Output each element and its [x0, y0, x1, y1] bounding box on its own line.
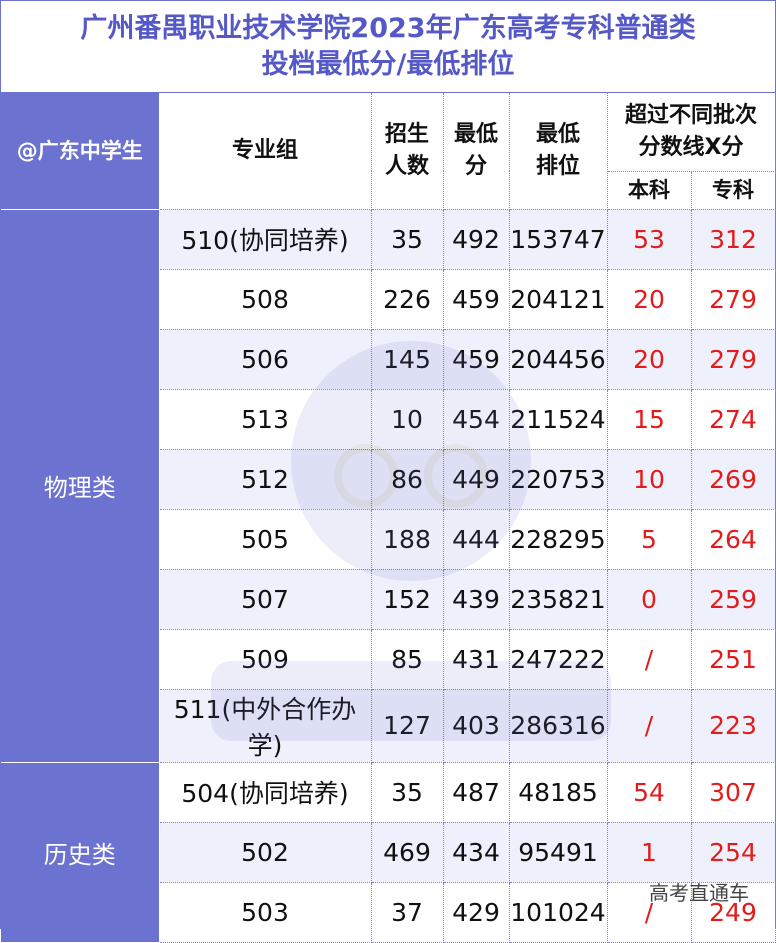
- vocational-diff-cell: 307: [691, 762, 776, 823]
- enroll-cell: 469: [371, 822, 444, 883]
- group-cell: 513: [159, 389, 372, 450]
- group-cell: 509: [159, 629, 372, 690]
- min-score-cell: 403: [443, 689, 510, 763]
- vocational-diff-cell: 312: [691, 209, 776, 270]
- enroll-cell: 152: [371, 569, 444, 630]
- min-score-cell: 431: [443, 629, 510, 690]
- page-title: 广州番禺职业技术学院2023年广东高考专科普通类 投档最低分/最低排位: [1, 1, 775, 93]
- vocational-diff-cell: 279: [691, 269, 776, 330]
- group-cell: 506: [159, 329, 372, 390]
- enroll-cell: 226: [371, 269, 444, 330]
- undergrad-diff-cell: 10: [607, 449, 692, 510]
- table-header: @广东中学生 专业组 招生 人数 最低 分 最低 排位 超过不同批次 分数线X分…: [1, 93, 776, 210]
- vocational-diff-cell: 274: [691, 389, 776, 450]
- min-rank-cell: 286316: [509, 689, 608, 763]
- min-rank-cell: 48185: [509, 762, 608, 823]
- header-group: 专业组: [159, 93, 372, 210]
- enroll-cell: 188: [371, 509, 444, 570]
- group-cell: 504(协同培养): [159, 762, 372, 823]
- vocational-diff-cell: 279: [691, 329, 776, 390]
- undergrad-diff-cell: /: [607, 689, 692, 763]
- group-cell: 507: [159, 569, 372, 630]
- undergrad-diff-cell: /: [607, 629, 692, 690]
- undergrad-diff-cell: 0: [607, 569, 692, 630]
- credit-label: @广东中学生: [1, 93, 160, 210]
- table-body: 物理类 510(协同培养) 35 492 153747 53 312 508 226 459 204…: [1, 209, 776, 943]
- title-line-1: 广州番禺职业技术学院2023年广东高考专科普通类: [80, 12, 696, 44]
- undergrad-diff-cell: 53: [607, 209, 692, 270]
- enroll-cell: 10: [371, 389, 444, 450]
- min-rank-cell: 211524: [509, 389, 608, 450]
- admission-table: @广东中学生 专业组 招生 人数 最低 分 最低 排位 超过不同批次 分数线X分…: [1, 93, 776, 943]
- group-cell: 510(协同培养): [159, 209, 372, 270]
- min-rank-cell: 101024: [509, 882, 608, 943]
- vocational-diff-cell: 269: [691, 449, 776, 510]
- min-rank-cell: 220753: [509, 449, 608, 510]
- category-label: 物理类: [1, 209, 160, 763]
- group-cell: 511(中外合作办学): [159, 689, 372, 763]
- document-frame: 广州番禺职业技术学院2023年广东高考专科普通类 投档最低分/最低排位 @广东中…: [0, 0, 776, 943]
- min-rank-cell: 247222: [509, 629, 608, 690]
- header-min-score: 最低 分: [443, 93, 510, 210]
- undergrad-diff-cell: 15: [607, 389, 692, 450]
- min-score-cell: 459: [443, 329, 510, 390]
- header-enroll: 招生 人数: [371, 93, 444, 210]
- group-cell: 503: [159, 882, 372, 943]
- watermark-corner: 高考直通车: [649, 883, 749, 905]
- min-rank-cell: 235821: [509, 569, 608, 630]
- min-rank-cell: 95491: [509, 822, 608, 883]
- min-score-cell: 444: [443, 509, 510, 570]
- header-min-rank: 最低 排位: [509, 93, 608, 210]
- group-cell: 502: [159, 822, 372, 883]
- vocational-diff-cell: 223: [691, 689, 776, 763]
- enroll-cell: 86: [371, 449, 444, 510]
- min-score-cell: 487: [443, 762, 510, 823]
- min-score-cell: 454: [443, 389, 510, 450]
- undergrad-diff-cell: 20: [607, 269, 692, 330]
- min-rank-cell: 153747: [509, 209, 608, 270]
- min-rank-cell: 204121: [509, 269, 608, 330]
- min-score-cell: 429: [443, 882, 510, 943]
- vocational-diff-cell: 251: [691, 629, 776, 690]
- enroll-cell: 145: [371, 329, 444, 390]
- group-cell: 512: [159, 449, 372, 510]
- enroll-cell: 35: [371, 762, 444, 823]
- table-row: 历史类 504(协同培养) 35 487 48185 54 307: [1, 762, 776, 943]
- min-score-cell: 459: [443, 269, 510, 330]
- undergrad-diff-cell: 54: [607, 762, 692, 823]
- min-score-cell: 449: [443, 449, 510, 510]
- category-label: 历史类: [1, 762, 160, 943]
- undergrad-diff-cell: 1: [607, 822, 692, 883]
- undergrad-diff-cell: 5: [607, 509, 692, 570]
- enroll-cell: 37: [371, 882, 444, 943]
- vocational-diff-cell: 264: [691, 509, 776, 570]
- enroll-cell: 85: [371, 629, 444, 690]
- table-row: 物理类 510(协同培养) 35 492 153747 53 312: [1, 209, 776, 763]
- undergrad-diff-cell: 20: [607, 329, 692, 390]
- min-score-cell: 492: [443, 209, 510, 270]
- group-cell: 505: [159, 509, 372, 570]
- enroll-cell: 127: [371, 689, 444, 763]
- min-rank-cell: 204456: [509, 329, 608, 390]
- group-cell: 508: [159, 269, 372, 330]
- min-rank-cell: 228295: [509, 509, 608, 570]
- header-exceed: 超过不同批次 分数线X分: [607, 93, 776, 172]
- enroll-cell: 35: [371, 209, 444, 270]
- min-score-cell: 434: [443, 822, 510, 883]
- header-vocational: 专科: [691, 171, 776, 210]
- title-line-2: 投档最低分/最低排位: [261, 48, 515, 80]
- min-score-cell: 439: [443, 569, 510, 630]
- vocational-diff-cell: 259: [691, 569, 776, 630]
- header-undergrad: 本科: [607, 171, 692, 210]
- vocational-diff-cell: 254: [691, 822, 776, 883]
